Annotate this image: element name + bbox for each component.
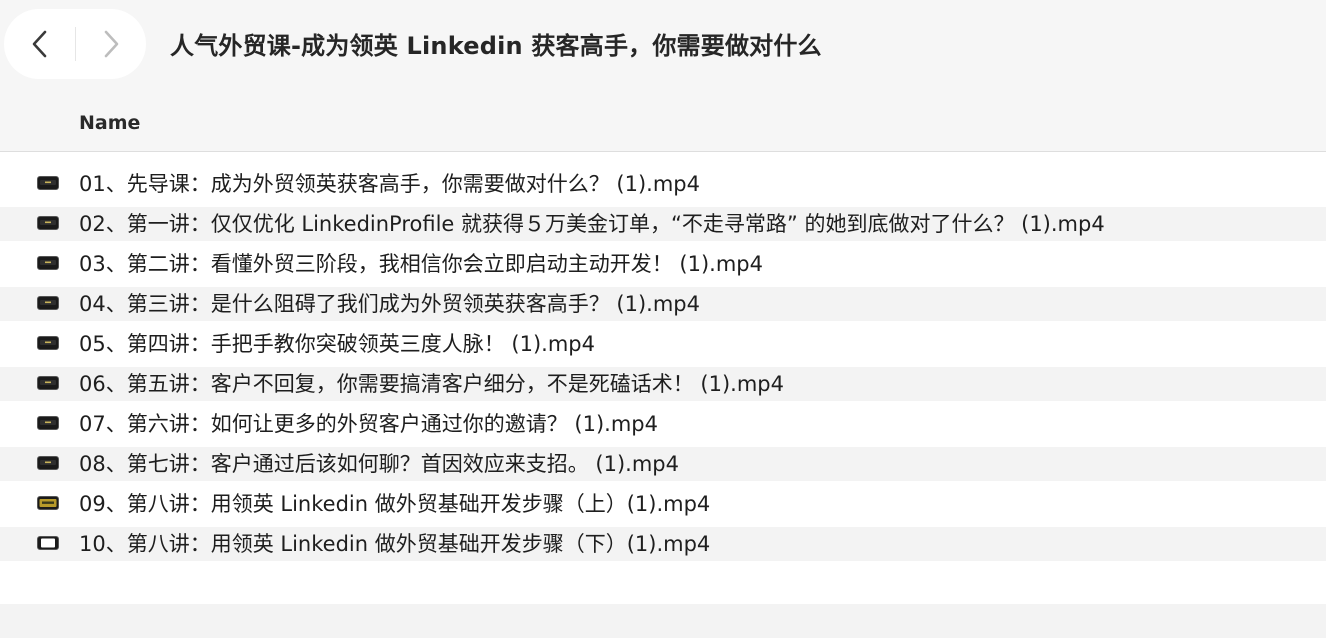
empty-row [0,568,1326,602]
video-file-icon [37,296,59,310]
chevron-left-icon [32,30,46,58]
file-name: 02、第一讲：仅仅优化 LinkedinProfile 就获得５万美金订单，“不… [79,212,1105,236]
file-list: 01、先导课：成为外贸领英获客高手，你需要做对什么？ (1).mp4 02、第一… [0,164,1326,564]
file-name: 03、第二讲：看懂外贸三阶段，我相信你会立即启动主动开发！ (1).mp4 [79,252,763,276]
file-name: 10、第八讲：用领英 Linkedin 做外贸基础开发步骤（下）(1).mp4 [79,532,711,556]
list-item[interactable]: 04、第三讲：是什么阻碍了我们成为外贸领英获客高手？ (1).mp4 [0,284,1326,324]
video-file-icon [37,376,59,390]
window-title: 人气外贸课-成为领英 Linkedin 获客高手，你需要做对什么 [170,32,822,60]
list-item[interactable]: 07、第六讲：如何让更多的外贸客户通过你的邀请？ (1).mp4 [0,404,1326,444]
list-header: Name [0,92,1326,152]
list-item[interactable]: 09、第八讲：用领英 Linkedin 做外贸基础开发步骤（上）(1).mp4 [0,484,1326,524]
forward-button[interactable] [75,9,146,79]
list-item[interactable]: 08、第七讲：客户通过后该如何聊？首因效应来支招。 (1).mp4 [0,444,1326,484]
list-item[interactable]: 03、第二讲：看懂外贸三阶段，我相信你会立即启动主动开发！ (1).mp4 [0,244,1326,284]
navigation-buttons [4,9,146,79]
video-file-icon [37,496,59,510]
list-item[interactable]: 10、第八讲：用领英 Linkedin 做外贸基础开发步骤（下）(1).mp4 [0,524,1326,564]
toolbar: 人气外贸课-成为领英 Linkedin 获客高手，你需要做对什么 [0,0,1326,92]
list-item[interactable]: 02、第一讲：仅仅优化 LinkedinProfile 就获得５万美金订单，“不… [0,204,1326,244]
list-item[interactable]: 06、第五讲：客户不回复，你需要搞清客户细分，不是死磕话术！ (1).mp4 [0,364,1326,404]
empty-row [0,604,1326,638]
column-header-name[interactable]: Name [79,112,140,134]
list-item[interactable]: 05、第四讲：手把手教你突破领英三度人脉！ (1).mp4 [0,324,1326,364]
file-name: 06、第五讲：客户不回复，你需要搞清客户细分，不是死磕话术！ (1).mp4 [79,372,784,396]
file-name: 05、第四讲：手把手教你突破领英三度人脉！ (1).mp4 [79,332,595,356]
file-name: 04、第三讲：是什么阻碍了我们成为外贸领英获客高手？ (1).mp4 [79,292,700,316]
file-name: 09、第八讲：用领英 Linkedin 做外贸基础开发步骤（上）(1).mp4 [79,492,711,516]
video-file-icon [37,536,59,550]
video-file-icon [37,176,59,190]
chevron-right-icon [104,30,118,58]
video-file-icon [37,336,59,350]
video-file-icon [37,456,59,470]
file-name: 08、第七讲：客户通过后该如何聊？首因效应来支招。 (1).mp4 [79,452,679,476]
video-file-icon [37,416,59,430]
file-name: 07、第六讲：如何让更多的外贸客户通过你的邀请？ (1).mp4 [79,412,658,436]
file-name: 01、先导课：成为外贸领英获客高手，你需要做对什么？ (1).mp4 [79,172,700,196]
video-file-icon [37,256,59,270]
video-file-icon [37,216,59,230]
list-item[interactable]: 01、先导课：成为外贸领英获客高手，你需要做对什么？ (1).mp4 [0,164,1326,204]
back-button[interactable] [4,9,75,79]
